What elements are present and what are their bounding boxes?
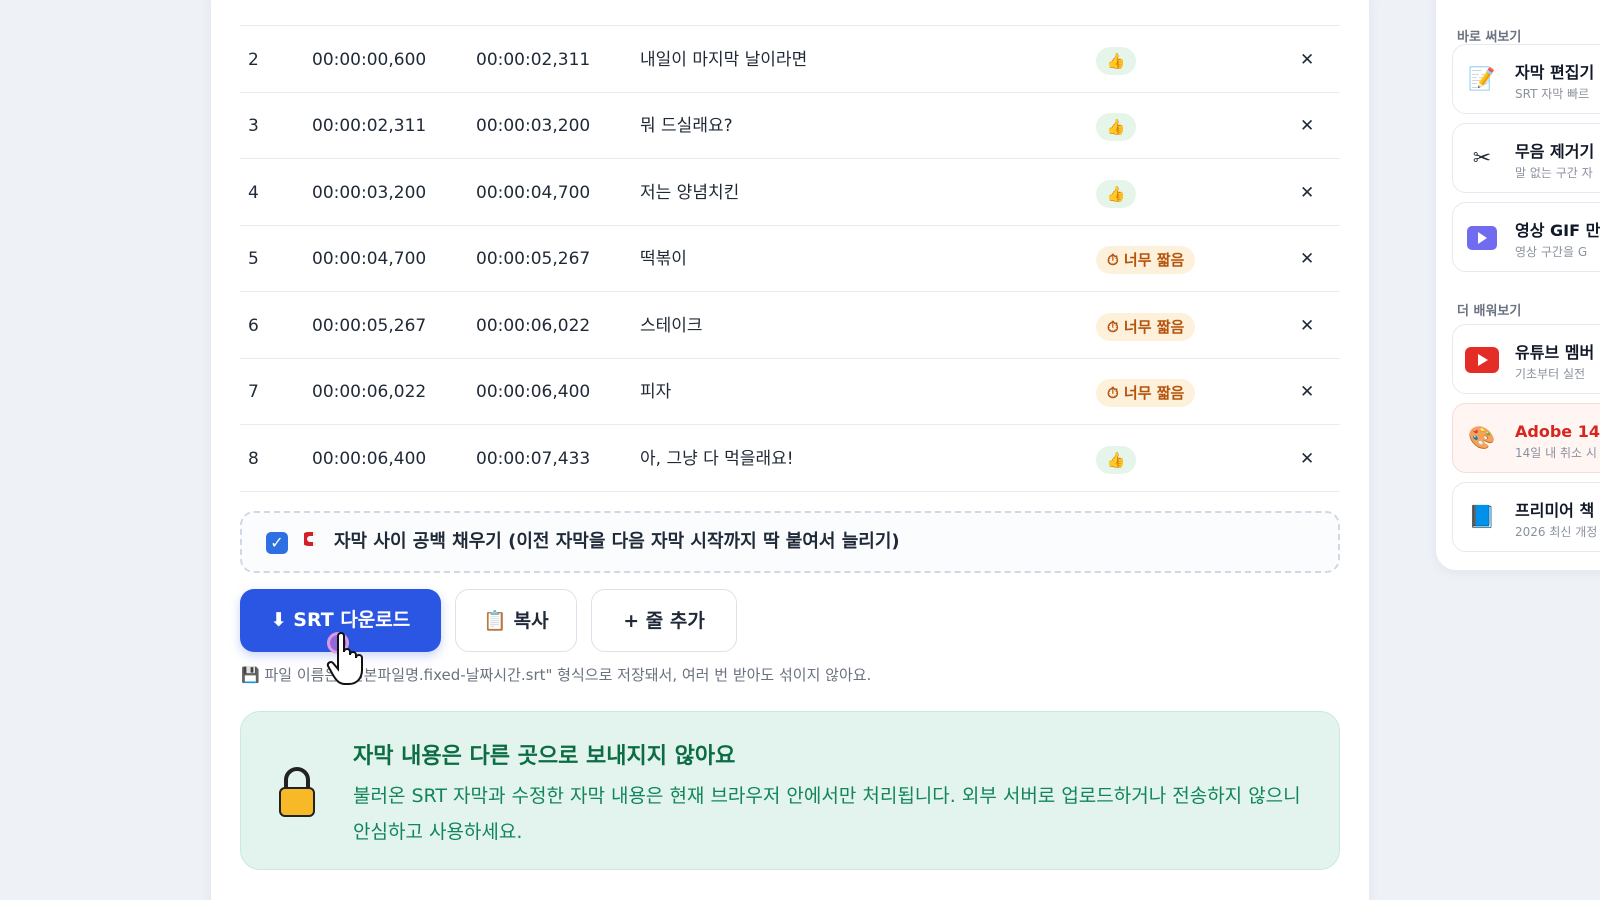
row-index: 2 [248,50,259,70]
copy-button[interactable]: 📋 복사 [455,589,577,652]
sidebar-link[interactable]: 📝 자막 편집기 SRT 자막 빠르 [1452,44,1600,114]
book-icon: 📘 [1468,505,1496,530]
row-subtitle-text[interactable]: 피자 [640,359,671,425]
row-index: 7 [248,382,259,402]
fill-gaps-label: 자막 사이 공백 채우기 (이전 자막을 다음 자막 시작까지 딱 붙여서 늘리… [334,531,900,552]
table-row: 7 00:00:06,022 00:00:06,400 피자 ⏱ 너무 짧음 ✕ [240,359,1340,425]
table-row: 6 00:00:05,267 00:00:06,022 스테이크 ⏱ 너무 짧음 ✕ [240,293,1340,359]
table-row: 2 00:00:00,600 00:00:02,311 내일이 마지막 날이라면 👍 ✕ [240,27,1340,93]
row-start-time[interactable]: 00:00:03,200 [312,160,426,226]
youtube-icon [1465,343,1499,377]
magnet-icon [301,529,324,554]
row-end-time[interactable]: 00:00:02,311 [476,27,590,93]
table-row: 8 00:00:06,400 00:00:07,433 아, 그냥 다 먹을래요! 👍 ✕ [240,426,1340,492]
row-status: ⏱ 너무 짧음 [1096,313,1196,341]
too-short-badge: ⏱ 너무 짧음 [1096,379,1196,407]
row-end-time[interactable]: 00:00:03,200 [476,93,590,159]
thumbs-up-icon: 👍 [1096,47,1136,75]
sidebar-link-title: 유튜브 멤버 [1515,343,1595,362]
row-subtitle-text[interactable]: 내일이 마지막 날이라면 [640,27,807,93]
sidebar-link-title: 자막 편집기 [1515,63,1595,82]
delete-row-button[interactable]: ✕ [1300,27,1314,93]
hand-cursor-icon [326,632,363,685]
thumbs-up-icon: 👍 [1096,113,1136,141]
row-start-time[interactable]: 00:00:06,022 [312,359,426,425]
right-sidebar: 바로 써보기 📝 자막 편집기 SRT 자막 빠르 ✂ 무음 제거기말 없는 구간 자영… [1436,0,1600,570]
sidebar-link[interactable]: 🎨 Adobe 14일 14일 내 취소 시 [1452,403,1600,473]
thumbs-up-icon: 👍 [1096,446,1136,474]
lock-icon [279,767,315,817]
row-index: 3 [248,116,259,136]
row-start-time[interactable]: 00:00:04,700 [312,226,426,292]
video-gif-icon [1465,221,1499,255]
fill-gaps-option[interactable]: ✓ 자막 사이 공백 채우기 (이전 자막을 다음 자막 시작까지 딱 붙여서 … [240,511,1340,573]
sidebar-link-title: 무음 제거기 [1515,142,1595,161]
row-start-time[interactable]: 00:00:05,267 [312,293,426,359]
palette-icon: 🎨 [1468,426,1496,451]
row-end-time[interactable]: 00:00:06,022 [476,293,590,359]
row-subtitle-text[interactable]: 저는 양념치킨 [640,160,739,226]
row-end-time[interactable]: 00:00:04,700 [476,160,590,226]
sidebar-link[interactable]: 유튜브 멤버기초부터 실전 [1452,324,1600,394]
sidebar-section-learn: 더 배워보기 [1457,304,1522,319]
sidebar-link-title: 프리미어 책 [1515,501,1595,520]
memo-icon: 📝 [1468,67,1496,92]
row-status: ⏱ 너무 짧음 [1096,246,1196,274]
fill-gaps-checkbox[interactable]: ✓ [266,532,288,554]
row-end-time[interactable]: 00:00:06,400 [476,359,590,425]
delete-row-button[interactable]: ✕ [1300,293,1314,359]
delete-row-button[interactable]: ✕ [1300,226,1314,292]
sidebar-link-title: 영상 GIF 만 [1515,221,1600,240]
table-row-partial [240,0,1340,26]
privacy-body: 불러온 SRT 자막과 수정한 자막 내용은 현재 브라우저 안에서만 처리됩니… [353,785,1301,843]
row-index: 8 [248,449,259,469]
sidebar-link-subtitle: 2026 최신 개정 [1515,525,1598,539]
sidebar-link-title: Adobe 14일 [1515,422,1600,441]
row-start-time[interactable]: 00:00:06,400 [312,426,426,492]
row-subtitle-text[interactable]: 아, 그냥 다 먹을래요! [640,426,794,492]
table-row: 3 00:00:02,311 00:00:03,200 뭐 드실래요? 👍 ✕ [240,93,1340,159]
delete-row-button[interactable]: ✕ [1300,160,1314,226]
table-row: 4 00:00:03,200 00:00:04,700 저는 양념치킨 👍 ✕ [240,160,1340,226]
table-row: 5 00:00:04,700 00:00:05,267 떡볶이 ⏱ 너무 짧음 ✕ [240,226,1340,292]
row-status: 👍 [1096,113,1136,141]
sidebar-link-subtitle: SRT 자막 빠르 [1515,87,1590,101]
row-index: 4 [248,183,259,203]
row-end-time[interactable]: 00:00:05,267 [476,226,590,292]
row-index: 6 [248,316,259,336]
row-end-time[interactable]: 00:00:07,433 [476,426,590,492]
delete-row-button[interactable]: ✕ [1300,359,1314,425]
sidebar-link-subtitle: 기초부터 실전 [1515,367,1586,381]
too-short-badge: ⏱ 너무 짧음 [1096,246,1196,274]
privacy-notice: 자막 내용은 다른 곳으로 보내지지 않아요 불러온 SRT 자막과 수정한 자… [240,711,1340,870]
row-subtitle-text[interactable]: 떡볶이 [640,226,687,292]
row-status: 👍 [1096,180,1136,208]
thumbs-up-icon: 👍 [1096,180,1136,208]
delete-row-button[interactable]: ✕ [1300,426,1314,492]
row-subtitle-text[interactable]: 스테이크 [640,293,703,359]
sidebar-link-subtitle: 14일 내 취소 시 [1515,446,1597,460]
sidebar-link-subtitle: 영상 구간을 G [1515,245,1588,259]
row-subtitle-text[interactable]: 뭐 드실래요? [640,93,733,159]
row-index: 5 [248,249,259,269]
sidebar-link[interactable]: ✂ 무음 제거기말 없는 구간 자 [1452,123,1600,193]
add-line-button[interactable]: + 줄 추가 [591,589,737,652]
sidebar-link[interactable]: 영상 GIF 만영상 구간을 G [1452,202,1600,272]
privacy-title: 자막 내용은 다른 곳으로 보내지지 않아요 [353,744,736,769]
row-start-time[interactable]: 00:00:00,600 [312,27,426,93]
row-status: ⏱ 너무 짧음 [1096,379,1196,407]
too-short-badge: ⏱ 너무 짧음 [1096,313,1196,341]
scissors-icon: ✂ [1472,146,1492,171]
delete-row-button[interactable]: ✕ [1300,93,1314,159]
sidebar-section-quick: 바로 써보기 [1457,30,1522,45]
sidebar-link-subtitle: 말 없는 구간 자 [1515,166,1593,180]
row-start-time[interactable]: 00:00:02,311 [312,93,426,159]
row-status: 👍 [1096,47,1136,75]
sidebar-link[interactable]: 📘 프리미어 책 2026 최신 개정 [1452,482,1600,552]
row-status: 👍 [1096,446,1136,474]
